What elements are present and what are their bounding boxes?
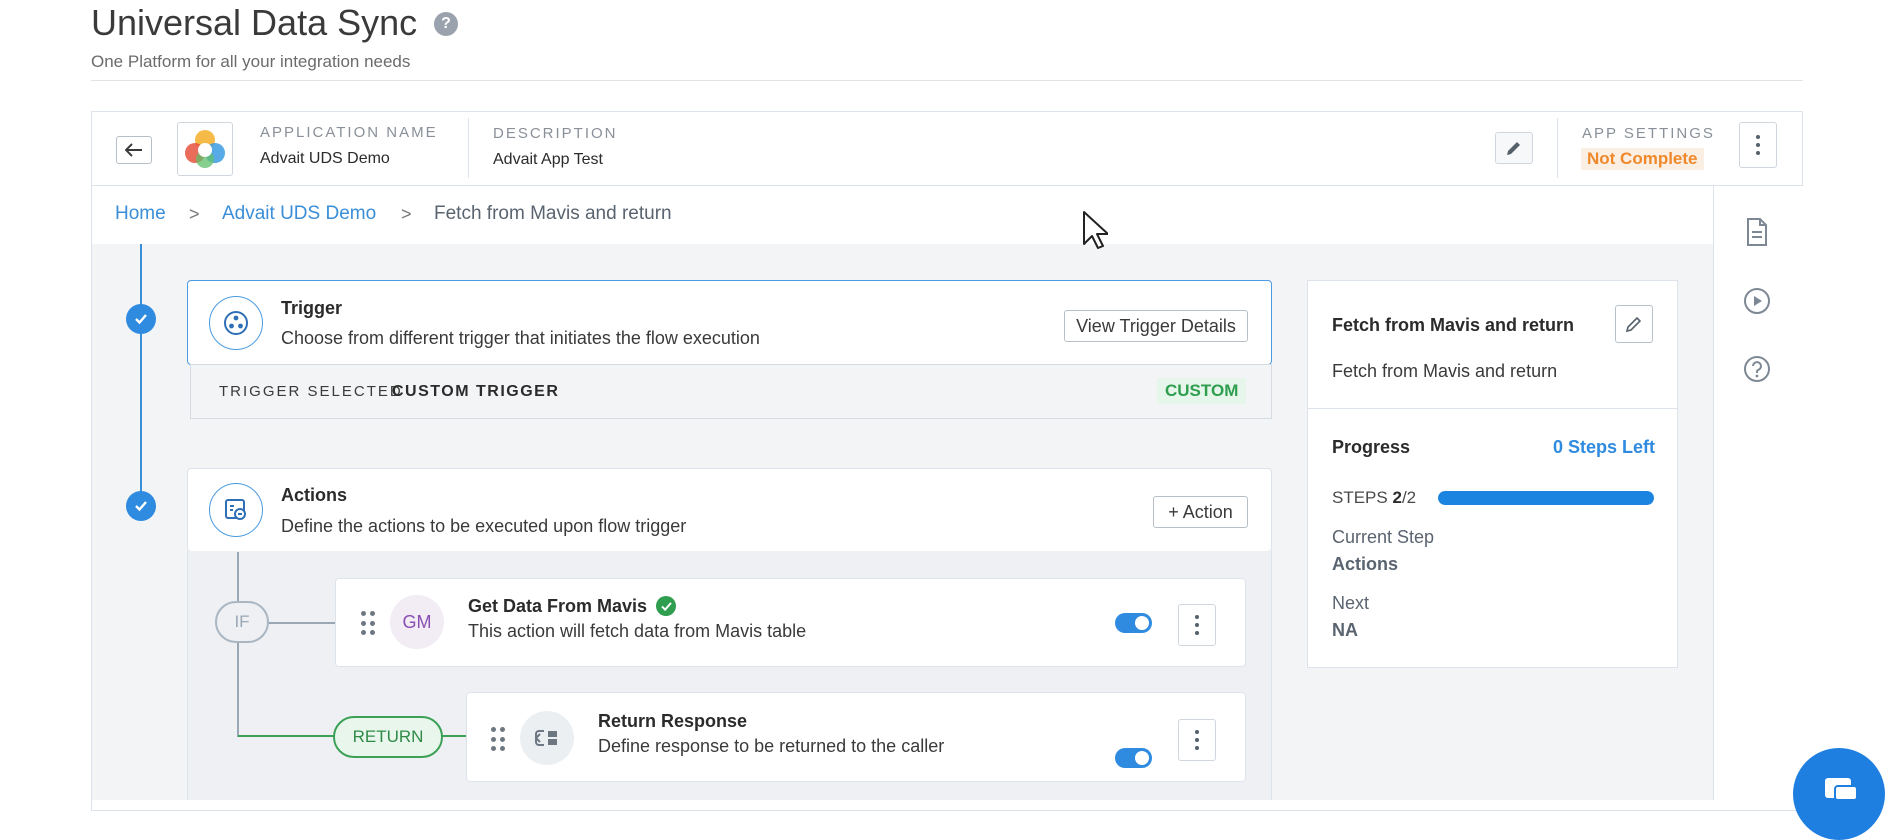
verified-check-icon [656,596,676,616]
app-logo [177,122,233,176]
branch-connector [237,642,239,737]
steps-label-text: STEPS [1332,488,1388,507]
branch-connector [237,552,239,602]
action-description: This action will fetch data from Mavis t… [468,621,807,641]
step-complete-icon [126,491,156,521]
document-icon[interactable] [1742,217,1772,247]
breadcrumb-separator: > [401,204,412,224]
action-description: Define response to be returned to the ca… [598,736,945,756]
steps-label: STEPS 2/2 [1332,488,1416,508]
header-divider [91,80,1803,81]
action-avatar: GM [390,595,444,649]
flow-title: Fetch from Mavis and return [1332,315,1575,335]
arrow-left-icon [125,143,142,157]
breadcrumb-app[interactable]: Advait UDS Demo [222,203,376,225]
action-menu-button[interactable] [1178,604,1216,646]
trigger-title: Trigger [281,298,343,318]
steps-done: 2 [1392,488,1402,507]
flow-description: Fetch from Mavis and return [1332,361,1558,381]
help-circle-icon[interactable] [1742,354,1772,384]
action-enable-toggle[interactable] [1115,748,1152,768]
action-menu-button[interactable] [1178,719,1216,761]
edit-app-button[interactable] [1495,132,1533,164]
actions-card[interactable] [187,468,1272,552]
progress-bar [1438,491,1654,505]
chat-button[interactable] [1793,748,1885,840]
action-enable-toggle[interactable] [1115,613,1152,633]
current-step-value: Actions [1332,554,1399,574]
return-condition[interactable]: RETURN [333,716,443,758]
edit-flow-button[interactable] [1615,305,1653,343]
timeline-line [140,244,142,506]
drag-handle-icon[interactable] [361,611,375,637]
application-name-label: APPLICATION NAME [260,124,438,141]
steps-total: /2 [1401,488,1417,507]
breadcrumb-home[interactable]: Home [115,203,166,225]
more-vertical-icon [1195,615,1199,635]
progress-label: Progress [1332,437,1411,457]
next-step-value: NA [1332,620,1358,640]
if-condition[interactable]: IF [215,601,269,643]
current-step-label: Current Step [1332,527,1435,547]
app-settings-label: APP SETTINGS [1582,125,1715,142]
more-vertical-icon [1195,730,1199,750]
play-icon[interactable] [1742,286,1772,316]
description-value: Advait App Test [493,151,603,168]
page-subtitle: One Platform for all your integration ne… [91,52,411,71]
description-label: DESCRIPTION [493,125,618,142]
application-name-value: Advait UDS Demo [260,150,390,167]
pencil-icon [1507,142,1520,155]
trigger-selected-label: TRIGGER SELECTED [219,383,403,400]
header-separator [468,118,469,178]
trigger-description: Choose from different trigger that initi… [281,328,760,348]
next-step-label: Next [1332,593,1370,613]
branch-connector [268,622,336,624]
return-response-icon [520,711,574,765]
page-title: Universal Data Sync [91,2,418,43]
view-trigger-details-button[interactable]: View Trigger Details [1064,310,1248,342]
return-connector [238,735,334,737]
more-vertical-icon [1756,135,1760,155]
back-button[interactable] [116,136,152,164]
steps-left: 0 Steps Left [1553,437,1656,457]
action-title: Get Data From Mavis [468,596,648,616]
progress-fill [1438,491,1654,505]
right-rail [1713,186,1803,800]
add-action-button[interactable]: + Action [1153,496,1248,528]
step-complete-icon [126,304,156,334]
summary-divider [1308,408,1677,409]
trigger-selected-value: CUSTOM TRIGGER [392,383,560,400]
actions-description: Define the actions to be executed upon f… [281,516,687,536]
chat-icon [1825,778,1858,800]
app-menu-button[interactable] [1739,122,1777,168]
breadcrumb-separator: > [189,204,200,224]
header-separator [1557,118,1558,178]
status-badge: Not Complete [1581,148,1704,170]
pencil-icon [1625,316,1642,333]
mouse-cursor-icon [1083,211,1108,249]
actions-icon [209,483,263,537]
actions-title: Actions [281,485,348,505]
drag-handle-icon[interactable] [491,727,505,753]
trigger-type-badge: CUSTOM [1157,378,1247,404]
action-title: Return Response [598,711,748,731]
help-icon[interactable]: ? [434,12,458,36]
return-connector [442,735,468,737]
trigger-icon [209,296,263,350]
breadcrumb-current: Fetch from Mavis and return [434,203,672,224]
